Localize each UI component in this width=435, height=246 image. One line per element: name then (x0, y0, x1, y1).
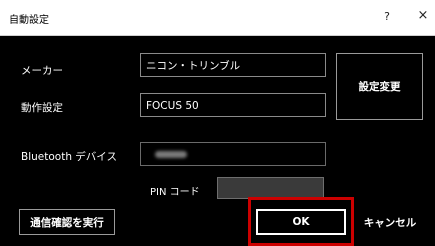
operation-field[interactable]: FOCUS 50 (140, 93, 326, 117)
pin-input[interactable] (217, 177, 324, 199)
close-button[interactable]: × (416, 8, 430, 24)
cancel-button[interactable]: キャンセル (357, 209, 423, 235)
pin-label: PIN コード (150, 187, 200, 198)
redacted-device-name (155, 151, 187, 158)
maker-field[interactable]: ニコン・トリンブル (140, 53, 326, 77)
help-button[interactable]: ? (380, 9, 394, 25)
maker-label: メーカー (21, 65, 63, 77)
ok-highlight-box (248, 197, 354, 246)
bluetooth-label: Bluetooth デバイス (21, 151, 117, 163)
connection-test-button[interactable]: 通信確認を実行 (19, 209, 115, 235)
auto-settings-dialog: 自動設定 ? × メーカー ニコン・トリンブル 動作設定 FOCUS 50 設定… (0, 0, 435, 246)
change-settings-button[interactable]: 設定変更 (336, 53, 423, 120)
bluetooth-device-field[interactable] (140, 142, 326, 166)
operation-label: 動作設定 (21, 102, 63, 114)
title-bar: 自動設定 ? × (0, 0, 435, 36)
window-title: 自動設定 (9, 15, 49, 26)
